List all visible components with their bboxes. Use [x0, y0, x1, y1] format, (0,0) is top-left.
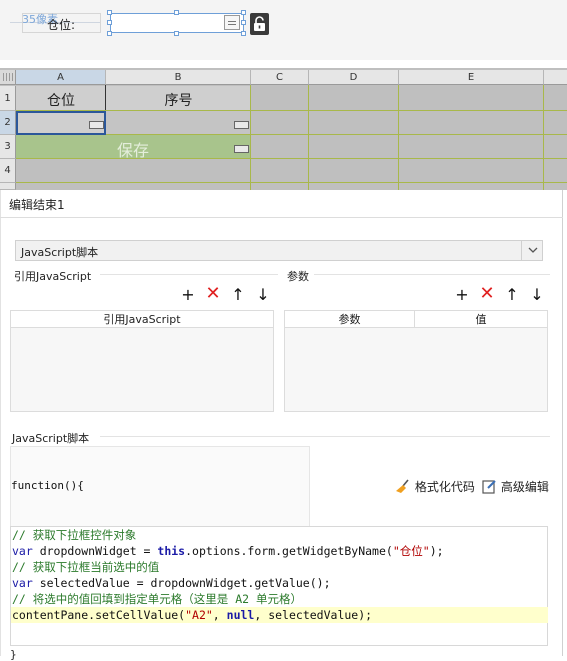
- grid-line: [16, 182, 567, 183]
- column-header-b[interactable]: B: [106, 70, 251, 85]
- cell-b1-text: 序号: [164, 93, 193, 109]
- section-title-ref-js: 引用JavaScript: [14, 270, 92, 283]
- format-code-label: 格式化代码: [414, 480, 475, 494]
- advanced-edit-label: 高级编辑: [500, 480, 549, 494]
- code-line-3: // 获取下拉框当前选中的值: [12, 560, 160, 574]
- script-type-value: JavaScript脚本: [21, 246, 99, 259]
- row-header-2[interactable]: 2: [0, 111, 16, 135]
- divider: [100, 436, 550, 437]
- column-header-f[interactable]: [544, 70, 567, 85]
- section-title-params: 参数: [287, 270, 309, 283]
- resize-handle[interactable]: [107, 10, 112, 15]
- column-header-c[interactable]: C: [251, 70, 309, 85]
- row-header-4[interactable]: 4: [0, 159, 16, 183]
- params-column-header-value[interactable]: 值: [415, 311, 547, 328]
- code-editor[interactable]: // 获取下拉框控件对象 var dropdownWidget = this.o…: [10, 526, 548, 646]
- resize-handle[interactable]: [174, 10, 179, 15]
- resize-handle[interactable]: [241, 31, 246, 36]
- resize-handle[interactable]: [241, 10, 246, 15]
- cell-a1-text: 仓位: [47, 93, 75, 109]
- code-line-4: var selectedValue = dropdownWidget.getVa…: [12, 576, 331, 590]
- code-line-5: // 将选中的值回填到指定单元格（这里是 A2 单元格）: [12, 592, 302, 606]
- arrow-up-icon[interactable]: ↑: [230, 287, 246, 303]
- cell-a2-dropdown-icon[interactable]: [89, 121, 104, 129]
- code-line-6: contentPane.setCellValue("A2", null, sel…: [11, 607, 548, 623]
- delete-icon[interactable]: ✕: [205, 285, 221, 303]
- dialog-title: 编辑结束1: [9, 198, 65, 212]
- resize-handle[interactable]: [107, 31, 112, 36]
- column-header-a[interactable]: A: [16, 70, 106, 85]
- function-closing-brace: }: [10, 648, 17, 661]
- arrow-down-icon[interactable]: ↓: [255, 287, 271, 303]
- cell-a3-widget-icon[interactable]: [234, 145, 249, 153]
- dropdown-button-icon[interactable]: [224, 15, 240, 30]
- divider: [0, 217, 563, 218]
- row-header-5[interactable]: [0, 183, 16, 190]
- plus-icon[interactable]: +: [454, 287, 470, 303]
- section-title-script: JavaScript脚本: [12, 432, 90, 445]
- edit-icon: [482, 480, 496, 494]
- arrow-down-icon[interactable]: ↓: [529, 287, 545, 303]
- arrow-up-icon[interactable]: ↑: [504, 287, 520, 303]
- code-line-2: var dropdownWidget = this.options.form.g…: [12, 544, 444, 558]
- select-all-corner[interactable]: [0, 70, 16, 85]
- chevron-down-icon[interactable]: [521, 240, 543, 261]
- unlock-icon[interactable]: [250, 13, 269, 35]
- label-widget-text: 仓位:: [47, 18, 76, 32]
- params-column-header-name[interactable]: 参数: [285, 311, 415, 328]
- cell-b2[interactable]: [106, 111, 251, 135]
- resize-handle[interactable]: [174, 31, 179, 36]
- ref-js-column-header[interactable]: 引用JavaScript: [11, 311, 273, 328]
- broom-icon: [396, 479, 409, 493]
- code-line-1: // 获取下拉框控件对象: [12, 528, 137, 542]
- column-header-d[interactable]: D: [309, 70, 399, 85]
- grid-line: [398, 85, 399, 190]
- row-header-1[interactable]: 1: [0, 86, 16, 111]
- separator: [0, 60, 567, 68]
- resize-handle[interactable]: [241, 20, 246, 25]
- delete-icon[interactable]: ✕: [479, 285, 495, 303]
- cell-b2-widget-icon[interactable]: [234, 121, 249, 129]
- save-button-label: 保存: [116, 141, 149, 160]
- plus-icon[interactable]: +: [180, 287, 196, 303]
- advanced-edit-button[interactable]: 高级编辑: [482, 478, 549, 495]
- row-header-3[interactable]: 3: [0, 135, 16, 159]
- function-header: function(){: [11, 479, 84, 492]
- grid-line: [308, 85, 309, 190]
- divider: [100, 274, 278, 275]
- format-code-button[interactable]: 格式化代码: [395, 478, 475, 495]
- column-header-e[interactable]: E: [399, 70, 544, 85]
- resize-handle[interactable]: [107, 20, 112, 25]
- divider: [314, 274, 550, 275]
- grid-line: [543, 85, 544, 190]
